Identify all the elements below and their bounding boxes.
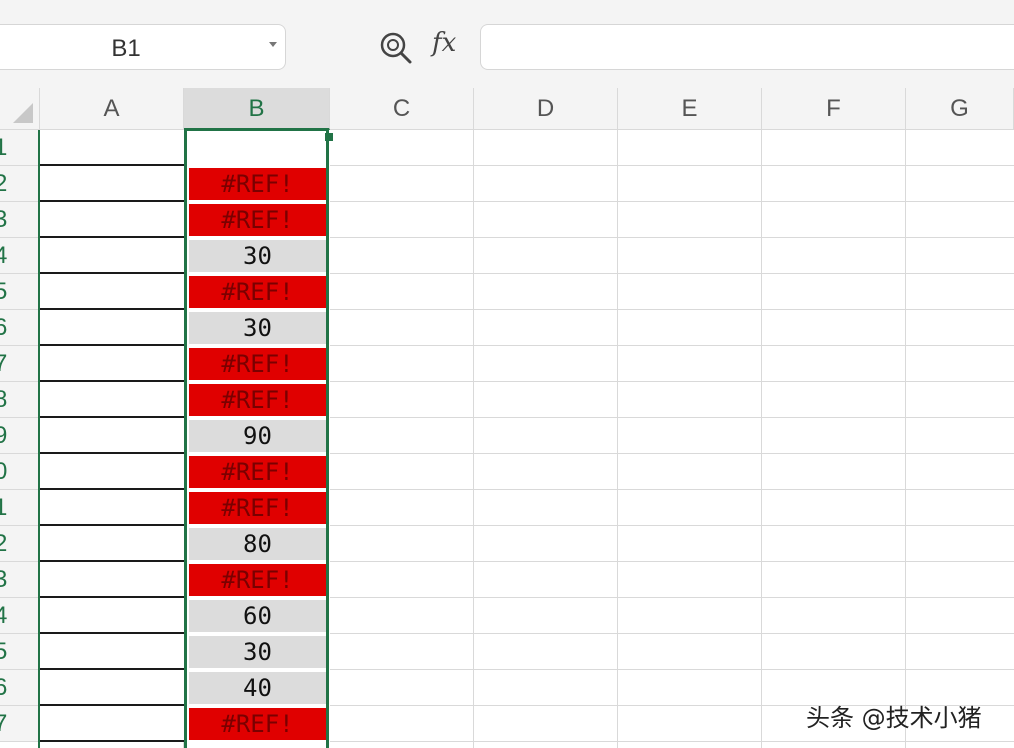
row-gridline (330, 741, 1014, 742)
row-header[interactable]: 8 (0, 382, 40, 418)
row-gridline (330, 201, 1014, 202)
row-header[interactable]: 4 (0, 598, 40, 634)
fx-icon[interactable]: fx (432, 28, 456, 58)
name-box[interactable]: B1 (0, 24, 286, 70)
row-gridline (330, 165, 1014, 166)
column-header-c[interactable]: C (330, 88, 474, 130)
row-header[interactable]: 1 (0, 490, 40, 526)
cell-a[interactable] (40, 490, 184, 526)
error-cell[interactable]: #REF! (189, 564, 326, 596)
cell-a[interactable] (40, 202, 184, 238)
row-header[interactable]: 5 (0, 634, 40, 670)
formula-input[interactable] (480, 24, 1014, 70)
cell-b[interactable]: 30 (189, 240, 326, 272)
row-header[interactable]: 3 (0, 562, 40, 598)
row-header[interactable]: 6 (0, 670, 40, 706)
chevron-down-icon[interactable] (269, 42, 277, 47)
error-cell[interactable]: #REF! (189, 708, 326, 740)
column-gridline (761, 130, 762, 748)
row-header[interactable]: 5 (0, 274, 40, 310)
row-gridline (330, 669, 1014, 670)
column-header-f[interactable]: F (762, 88, 906, 130)
error-cell[interactable]: #REF! (189, 204, 326, 236)
column-gridline (473, 130, 474, 748)
cell-a[interactable] (40, 706, 184, 742)
row-gridline (330, 345, 1014, 346)
column-header-e[interactable]: E (618, 88, 762, 130)
row-gridline (330, 525, 1014, 526)
cell-a[interactable] (40, 382, 184, 418)
select-all-icon (13, 103, 33, 123)
cell-a[interactable] (40, 634, 184, 670)
cell-a[interactable] (40, 418, 184, 454)
error-cell[interactable]: #REF! (189, 384, 326, 416)
row-gridline (330, 561, 1014, 562)
cell-a[interactable] (40, 130, 184, 166)
row-header[interactable]: 2 (0, 526, 40, 562)
row-header[interactable]: 7 (0, 706, 40, 742)
cell-a[interactable] (40, 274, 184, 310)
column-header-d[interactable]: D (474, 88, 618, 130)
cell-a[interactable] (40, 310, 184, 346)
row-gridline (330, 237, 1014, 238)
cell-b[interactable]: 30 (189, 636, 326, 668)
column-header-g[interactable]: G (906, 88, 1014, 130)
row-gridline (330, 633, 1014, 634)
cell-b[interactable]: 30 (189, 312, 326, 344)
cell-a[interactable] (40, 526, 184, 562)
cell-a[interactable] (40, 598, 184, 634)
cell-b[interactable]: 80 (189, 528, 326, 560)
row-header[interactable]: 6 (0, 310, 40, 346)
selection-border-right (326, 130, 329, 748)
cell-b[interactable]: 90 (189, 420, 326, 452)
formula-bar: B1 fx (0, 0, 1014, 89)
select-all-corner[interactable] (0, 88, 40, 130)
error-cell[interactable]: #REF! (189, 348, 326, 380)
row-header[interactable]: 3 (0, 202, 40, 238)
name-box-value: B1 (111, 35, 141, 62)
cell-b[interactable]: 60 (189, 600, 326, 632)
cell-b[interactable] (189, 132, 326, 164)
column-gridline (905, 130, 906, 748)
cell-a[interactable] (40, 670, 184, 706)
selection-border-left (184, 130, 187, 748)
row-gridline (330, 309, 1014, 310)
watermark: 头条 @技术小猪 (806, 704, 982, 732)
cell-a[interactable] (40, 238, 184, 274)
row-header[interactable]: 9 (0, 418, 40, 454)
cell-b[interactable]: 40 (189, 672, 326, 704)
row-header[interactable]: 7 (0, 346, 40, 382)
row-header[interactable]: 2 (0, 166, 40, 202)
cell-a[interactable] (40, 346, 184, 382)
column-header-b[interactable]: B (184, 88, 330, 130)
row-header[interactable]: 4 (0, 238, 40, 274)
fill-handle[interactable] (325, 133, 333, 141)
column-header-a[interactable]: A (40, 88, 184, 130)
error-cell[interactable]: #REF! (189, 276, 326, 308)
column-gridline (617, 130, 618, 748)
row-gridline (330, 417, 1014, 418)
row-header[interactable]: 1 (0, 130, 40, 166)
row-gridline (330, 597, 1014, 598)
error-cell[interactable]: #REF! (189, 168, 326, 200)
cell-a[interactable] (40, 166, 184, 202)
error-cell[interactable]: #REF! (189, 492, 326, 524)
cell-a[interactable] (40, 562, 184, 598)
row-header[interactable]: 0 (0, 454, 40, 490)
cell-a[interactable] (40, 454, 184, 490)
zoom-search-icon[interactable] (378, 30, 414, 66)
row-gridline (330, 453, 1014, 454)
row-gridline (330, 381, 1014, 382)
selection-border-top (184, 128, 329, 131)
row-gridline (330, 489, 1014, 490)
row-gridline (330, 273, 1014, 274)
error-cell[interactable]: #REF! (189, 456, 326, 488)
